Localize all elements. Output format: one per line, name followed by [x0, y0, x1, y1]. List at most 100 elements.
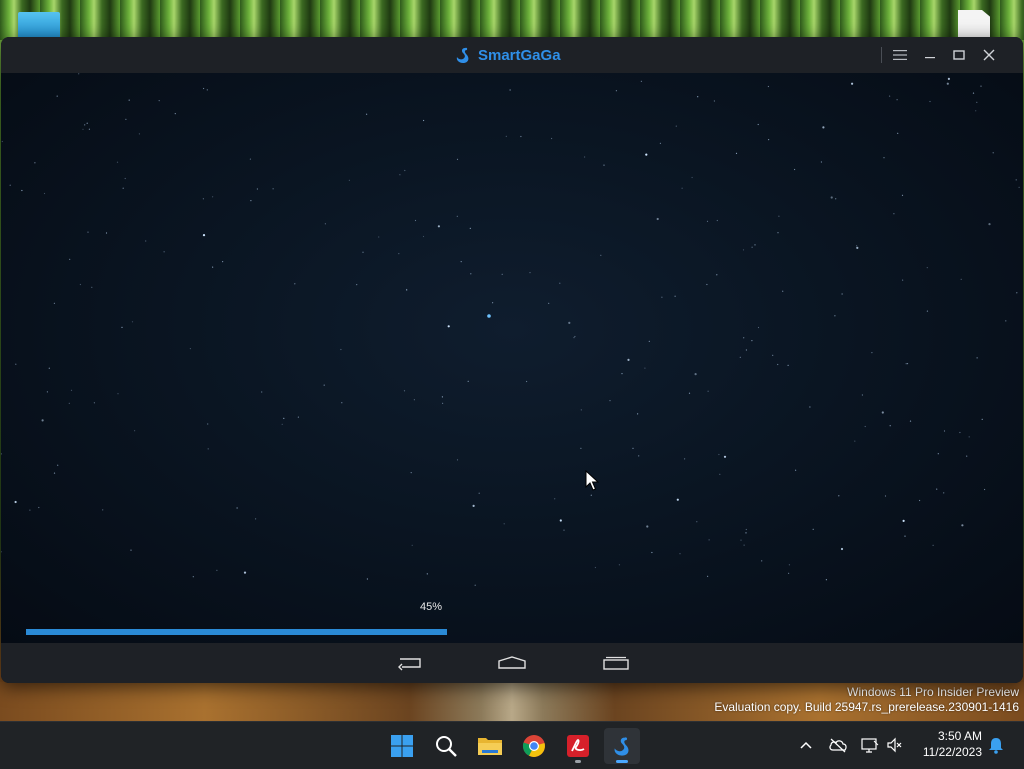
- star: [603, 164, 605, 166]
- hamburger-menu-icon: [893, 50, 907, 60]
- star: [467, 380, 469, 382]
- star: [102, 509, 104, 511]
- desktop-file-icon[interactable]: [958, 10, 990, 40]
- volume-tray-button[interactable]: [884, 734, 906, 756]
- recent-apps-button[interactable]: [601, 651, 631, 675]
- close-button[interactable]: [977, 43, 1001, 67]
- smartgaga-taskbar-button[interactable]: [604, 728, 640, 764]
- star: [615, 90, 618, 92]
- star: [739, 356, 741, 358]
- star: [503, 523, 505, 525]
- network-tray-button[interactable]: [859, 734, 881, 756]
- star: [207, 448, 209, 450]
- star: [255, 518, 257, 520]
- star: [366, 113, 368, 115]
- star: [896, 99, 898, 101]
- star: [56, 95, 58, 97]
- emulator-screen[interactable]: 45%: [1, 73, 1023, 643]
- system-clock[interactable]: 3:50 AM 11/22/2023: [910, 728, 982, 760]
- star: [674, 295, 676, 297]
- star: [975, 110, 977, 112]
- star: [919, 499, 921, 502]
- star: [362, 251, 364, 253]
- star: [15, 363, 17, 365]
- notifications-button[interactable]: [985, 734, 1007, 756]
- star: [688, 392, 691, 394]
- windows-taskbar: 3:50 AM 11/22/2023: [0, 721, 1024, 769]
- star: [93, 402, 95, 404]
- star: [767, 85, 770, 88]
- star: [609, 400, 611, 402]
- star: [782, 290, 784, 292]
- chrome-icon: [522, 735, 545, 757]
- star: [926, 267, 928, 269]
- star: [559, 282, 561, 284]
- star: [909, 420, 912, 422]
- star: [283, 417, 285, 419]
- menu-button[interactable]: [888, 43, 912, 67]
- start-button[interactable]: [384, 728, 420, 764]
- show-hidden-icons-button[interactable]: [795, 734, 817, 756]
- onedrive-tray-button[interactable]: [827, 734, 849, 756]
- star: [777, 363, 779, 366]
- star: [398, 253, 400, 255]
- star: [661, 296, 663, 298]
- star: [324, 223, 326, 225]
- maximize-icon: [953, 50, 965, 60]
- home-button[interactable]: [497, 651, 527, 675]
- star: [551, 137, 553, 140]
- star: [984, 488, 986, 491]
- star: [645, 153, 648, 156]
- star: [441, 396, 443, 398]
- search-button[interactable]: [428, 728, 464, 764]
- back-button[interactable]: [395, 651, 425, 675]
- star: [757, 123, 759, 126]
- star: [38, 506, 40, 509]
- star: [854, 440, 856, 442]
- star: [243, 571, 247, 574]
- home-icon: [498, 656, 526, 669]
- star: [529, 272, 531, 274]
- star: [794, 168, 796, 171]
- star: [905, 363, 907, 365]
- star: [659, 142, 662, 144]
- star: [638, 455, 640, 457]
- star: [145, 240, 147, 242]
- star: [716, 219, 718, 222]
- pdf-reader-button[interactable]: [560, 728, 596, 764]
- title-bar[interactable]: SmartGaGa: [1, 37, 1023, 73]
- star: [637, 413, 639, 415]
- star: [675, 125, 677, 127]
- star: [203, 87, 205, 90]
- star: [406, 289, 408, 291]
- star: [795, 469, 797, 471]
- volume-muted-icon: [887, 737, 902, 753]
- star: [778, 215, 780, 217]
- desktop-folder-icon[interactable]: [18, 12, 60, 40]
- star: [192, 576, 194, 578]
- watermark-line-2: Evaluation copy. Build 25947.rs_prerelea…: [714, 700, 1019, 714]
- star: [618, 564, 621, 566]
- star: [580, 447, 582, 449]
- star: [723, 455, 727, 458]
- maximize-button[interactable]: [947, 43, 971, 67]
- star: [684, 458, 686, 460]
- star: [627, 358, 630, 361]
- star: [788, 564, 791, 566]
- minimize-button[interactable]: [918, 43, 942, 67]
- star: [906, 363, 909, 365]
- file-explorer-button[interactable]: [472, 728, 508, 764]
- star: [574, 335, 576, 338]
- star: [584, 156, 586, 158]
- star: [87, 231, 89, 233]
- star: [297, 416, 299, 418]
- star: [864, 425, 866, 428]
- star: [812, 528, 814, 530]
- star: [43, 192, 46, 195]
- star: [937, 453, 939, 455]
- star: [29, 509, 31, 511]
- star: [470, 273, 472, 275]
- chrome-button[interactable]: [516, 728, 552, 764]
- star: [840, 547, 844, 551]
- star: [959, 431, 961, 434]
